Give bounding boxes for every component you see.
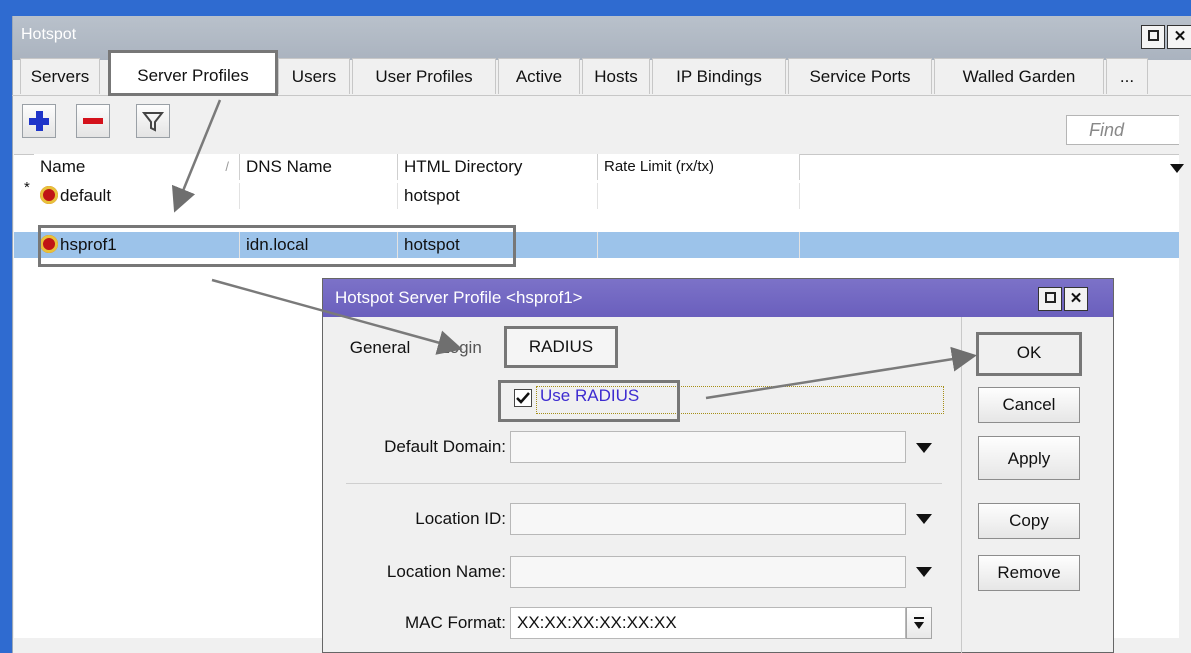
arrow-radius-to-ok [705,346,977,400]
tab-server-profiles[interactable]: Server Profiles [108,50,278,96]
tab-label: Server Profiles [137,66,249,85]
arrow-tab-to-row [171,99,222,213]
arrow-row-to-radius-tab [211,278,463,355]
